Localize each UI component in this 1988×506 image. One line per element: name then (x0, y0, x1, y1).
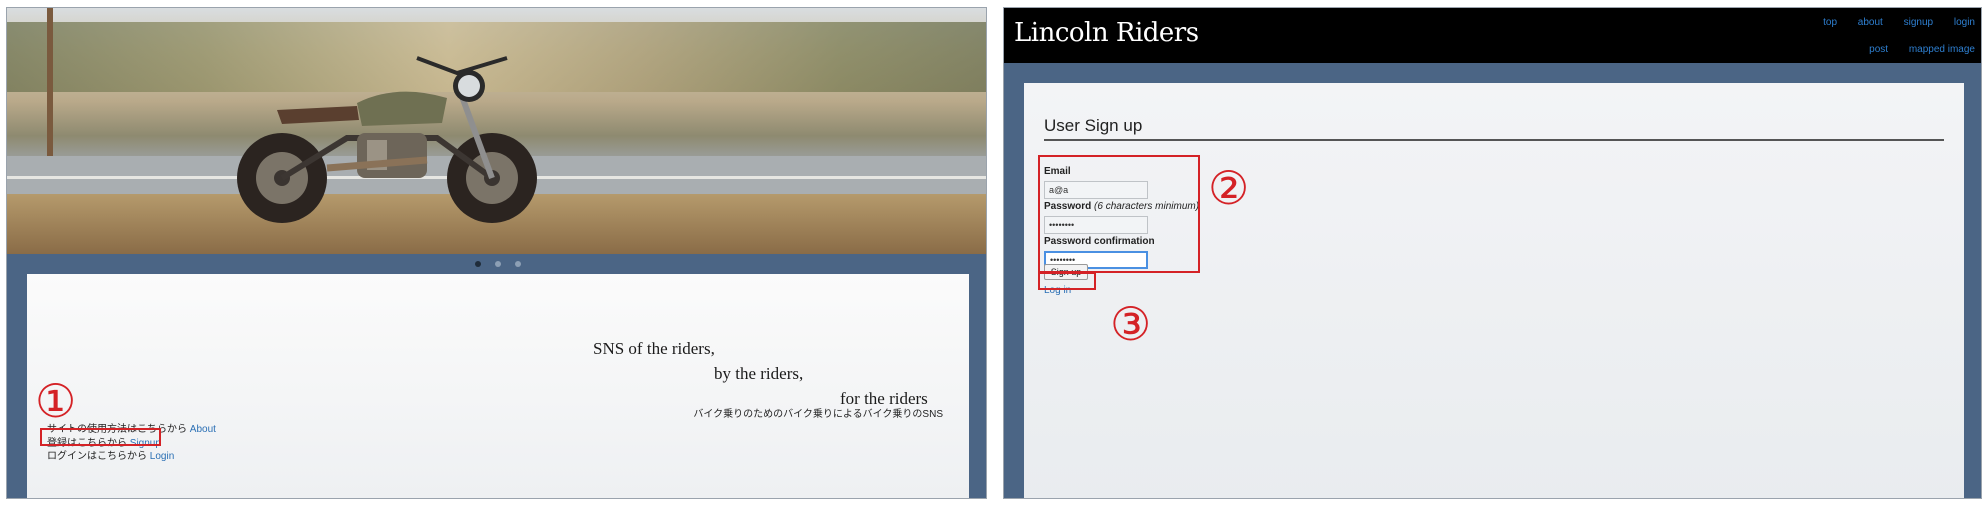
landing-screenshot: SNS of the riders, by the riders, for th… (6, 7, 987, 499)
carousel-dot[interactable] (514, 261, 521, 267)
signup-screenshot: Lincoln Riders top about signup login po… (1003, 7, 1982, 499)
page-title: User Sign up (1044, 116, 1143, 135)
signup-button-highlight-box (1038, 272, 1096, 290)
nav-login-link[interactable]: login (1954, 17, 1975, 28)
motorcycle-image (237, 56, 537, 223)
carousel-indicators[interactable] (7, 261, 986, 267)
hero-carousel-image (7, 8, 986, 254)
nav-about-link[interactable]: about (1858, 17, 1883, 28)
signup-card: User Sign up Email Password (6 character… (1024, 83, 1964, 498)
nav-links-top: top about signup login (1805, 17, 1975, 28)
about-link[interactable]: About (190, 424, 216, 435)
utility-pole (47, 8, 53, 158)
slogan-line-2: by the riders, (714, 364, 804, 383)
nav-top-link[interactable]: top (1823, 17, 1837, 28)
title-divider (1044, 139, 1944, 141)
slogan-line-1: SNS of the riders, (593, 339, 715, 358)
nav-post-link[interactable]: post (1869, 44, 1888, 55)
signup-highlight-box (40, 428, 161, 446)
nav-mapped-image-link[interactable]: mapped image (1909, 44, 1975, 55)
step-2-marker: ② (1208, 161, 1250, 215)
nav-links-bottom: post mapped image (1851, 44, 1975, 55)
form-fields-highlight-box (1038, 155, 1200, 273)
nav-signup-link[interactable]: signup (1904, 17, 1933, 28)
carousel-dot[interactable] (494, 261, 501, 267)
slogan-japanese: バイク乗りのためのバイク乗りによるバイク乗りのSNS (693, 409, 943, 420)
step-3-marker: ③ (1110, 297, 1152, 351)
landing-card: SNS of the riders, by the riders, for th… (27, 274, 969, 498)
navbar: Lincoln Riders top about signup login po… (1004, 8, 1981, 63)
login-line: ログインはこちらから Login (47, 447, 174, 462)
carousel-dot[interactable] (474, 261, 481, 267)
brand-logo[interactable]: Lincoln Riders (1014, 18, 1199, 48)
step-1-marker: ① (35, 374, 77, 428)
login-link[interactable]: Login (150, 451, 174, 462)
login-text: ログインはこちらから (47, 451, 147, 462)
